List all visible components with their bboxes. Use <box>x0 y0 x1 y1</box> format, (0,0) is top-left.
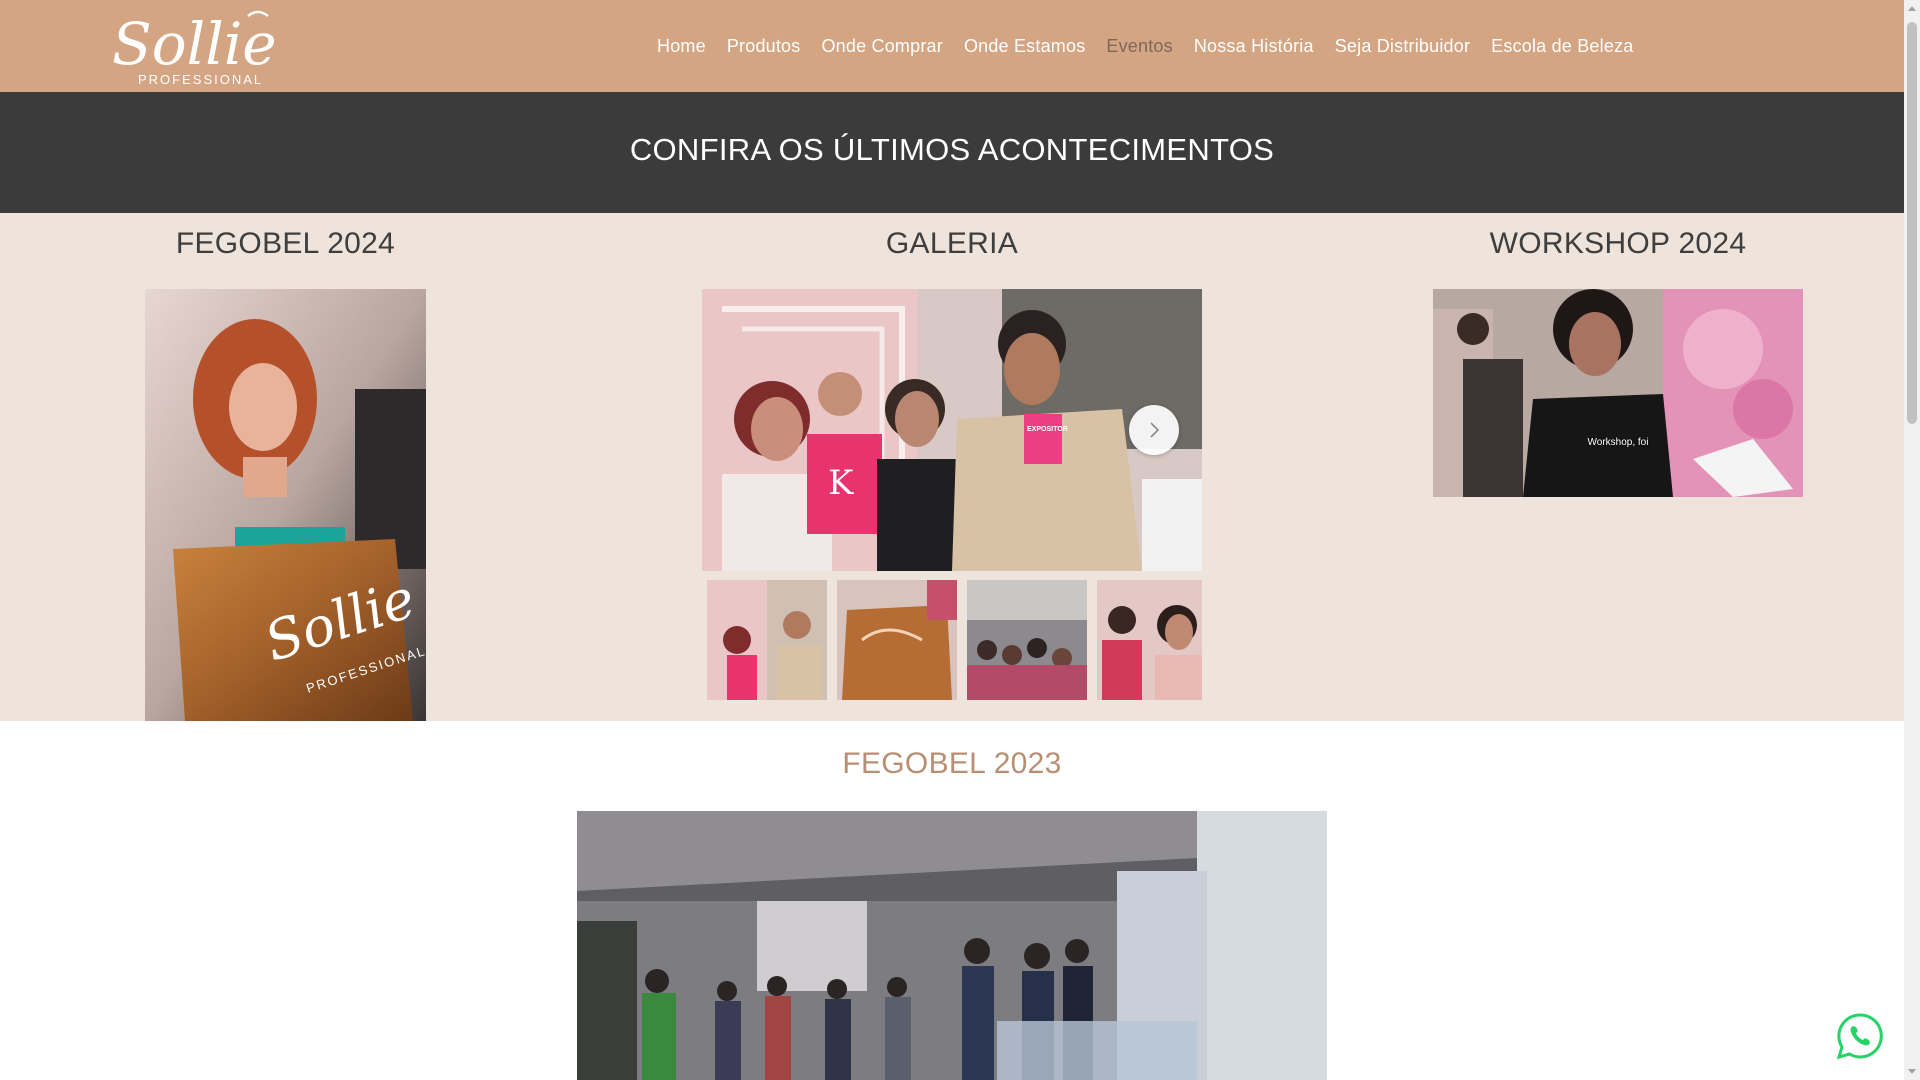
main-nav: Home Produtos Onde Comprar Onde Estamos … <box>657 0 1633 92</box>
gallery-thumbnails <box>707 580 1202 700</box>
logo[interactable]: Sollie PROFESSIONAL <box>108 4 284 90</box>
gallery-thumbnail[interactable] <box>707 580 827 700</box>
site-header: Sollie PROFESSIONAL Home Produtos Onde C… <box>0 0 1904 92</box>
gallery-next-button[interactable] <box>1129 405 1179 455</box>
nav-produtos[interactable]: Produtos <box>727 36 801 57</box>
gallery-main-image[interactable]: K EXPOSITOR <box>702 289 1202 571</box>
logo-tagline: PROFESSIONAL <box>138 72 263 87</box>
whatsapp-button[interactable] <box>1836 1012 1884 1060</box>
gallery-thumbnail[interactable] <box>1097 580 1202 700</box>
logo-wordmark: Sollie <box>112 10 277 78</box>
fegobel-2024-photo[interactable]: Sollie PROFESSIONAL <box>145 289 426 721</box>
gallery-thumbnail[interactable] <box>967 580 1087 700</box>
nav-escola-de-beleza[interactable]: Escola de Beleza <box>1491 36 1633 57</box>
gallery-title: GALERIA <box>885 227 1019 260</box>
nav-onde-comprar[interactable]: Onde Comprar <box>821 36 942 57</box>
fegobel-2024-title: FEGOBEL 2024 <box>175 227 396 260</box>
scroll-up-arrow[interactable] <box>1908 6 1916 11</box>
workshop-2024-video[interactable]: Workshop, foi <box>1433 289 1803 497</box>
fegobel-2023-video[interactable] <box>577 811 1327 1080</box>
whatsapp-icon <box>1836 1013 1883 1060</box>
nav-nossa-historia[interactable]: Nossa História <box>1194 36 1314 57</box>
scroll-down-arrow[interactable] <box>1908 1069 1916 1074</box>
chevron-right-icon <box>1150 422 1160 438</box>
nav-home[interactable]: Home <box>657 36 706 57</box>
fegobel-2023-title: FEGOBEL 2023 <box>842 747 1062 780</box>
nav-eventos[interactable]: Eventos <box>1106 36 1172 57</box>
workshop-2024-title: WORKSHOP 2024 <box>1489 227 1747 260</box>
page-scrollbar[interactable] <box>1904 0 1920 1080</box>
nav-onde-estamos[interactable]: Onde Estamos <box>964 36 1085 57</box>
gallery-thumbnail[interactable] <box>837 580 957 700</box>
events-banner: CONFIRA OS ÚLTIMOS ACONTECIMENTOS <box>0 92 1904 213</box>
expositor-badge: EXPOSITOR <box>1027 426 1068 433</box>
page: Sollie PROFESSIONAL Home Produtos Onde C… <box>0 0 1904 1080</box>
scrollbar-thumb[interactable] <box>1907 22 1917 424</box>
nav-seja-distribuidor[interactable]: Seja Distribuidor <box>1335 36 1470 57</box>
events-section: FEGOBEL 2024 GALERIA WORKSHOP 2024 Solli… <box>0 213 1904 721</box>
banner-title: CONFIRA OS ÚLTIMOS ACONTECIMENTOS <box>629 132 1275 167</box>
shirt-letter: K <box>828 463 854 503</box>
workshop-video-caption: Workshop, foi <box>1587 437 1649 448</box>
